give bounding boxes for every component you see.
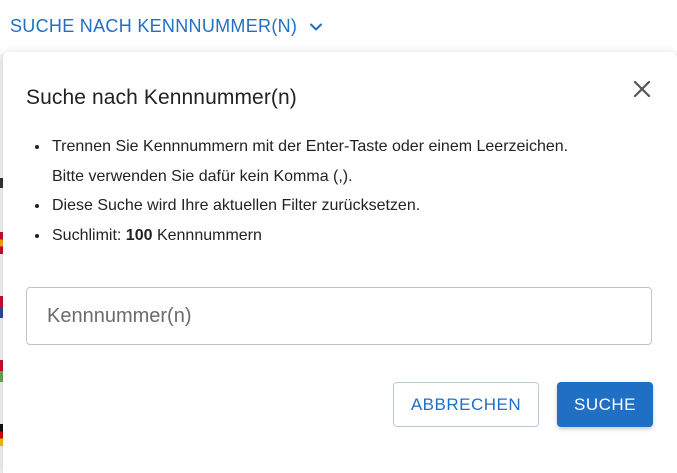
chevron-down-icon [310,23,323,30]
id-search-dialog: Suche nach Kennnummer(n) Trennen Sie Ken… [3,52,677,473]
page: SUCHE NACH KENNNUMMER(N) Suche nach Kenn… [0,0,677,473]
cancel-button[interactable]: ABBRECHEN [393,382,539,427]
info-item: Diese Suche wird Ihre aktuellen Filter z… [50,191,590,221]
close-button[interactable] [629,76,655,102]
search-limit-value: 100 [125,226,153,244]
id-search-toggle[interactable]: SUCHE NACH KENNNUMMER(N) [10,16,323,37]
info-item: Trennen Sie Kennnummern mit der Enter-Ta… [50,132,590,191]
dialog-title: Suche nach Kennnummer(n) [26,86,297,109]
info-list: Trennen Sie Kennnummern mit der Enter-Ta… [28,132,590,250]
close-icon [633,80,651,98]
info-item-limit: Suchlimit: 100 Kennnummern [50,221,590,251]
search-button[interactable]: SUCHE [557,382,653,427]
id-number-input[interactable] [26,287,652,345]
id-search-toggle-label: SUCHE NACH KENNNUMMER(N) [10,16,298,36]
